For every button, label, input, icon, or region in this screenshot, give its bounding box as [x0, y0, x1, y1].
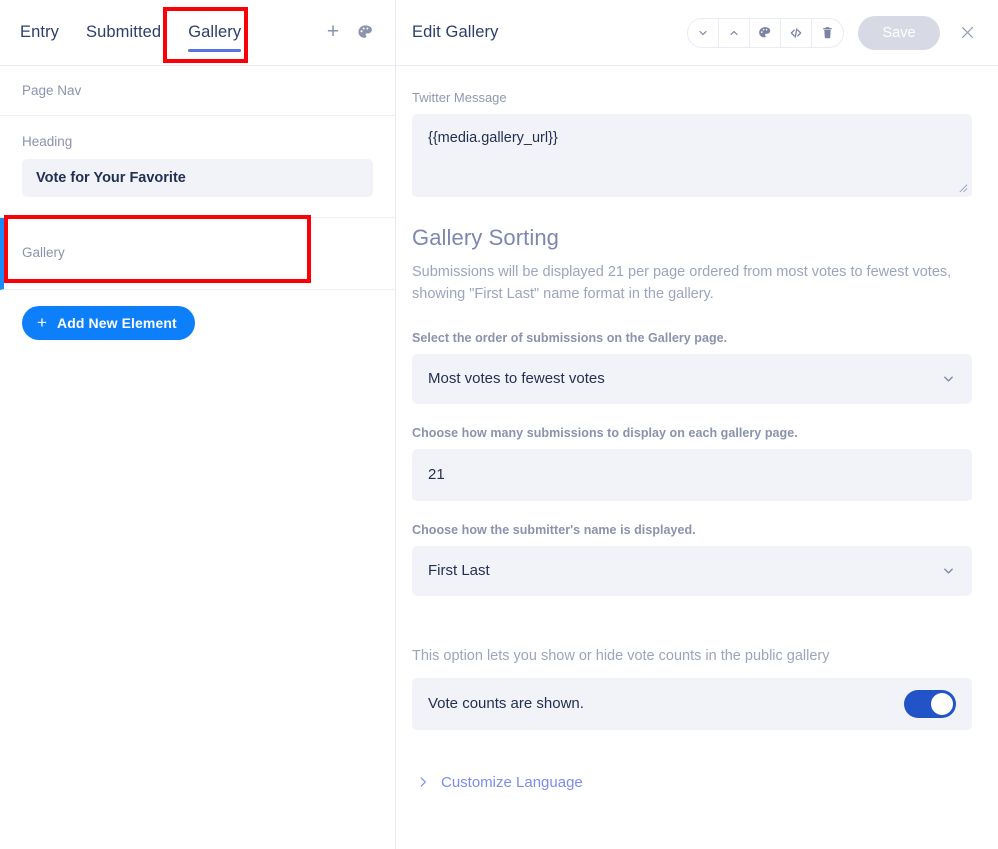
delete-button[interactable]: [812, 19, 843, 47]
chevron-down-icon: [941, 563, 956, 578]
tab-submitted[interactable]: Submitted: [86, 0, 161, 66]
close-icon[interactable]: [954, 20, 980, 46]
edit-gallery-panel: Edit Gallery: [396, 0, 998, 849]
add-new-element-wrap: + Add New Element: [0, 290, 395, 340]
element-label-gallery: Gallery: [22, 245, 65, 260]
add-page-icon[interactable]: +: [319, 19, 347, 47]
element-value-heading[interactable]: Vote for Your Favorite: [22, 159, 373, 197]
page-nav-header: Page Nav: [0, 66, 395, 116]
order-select[interactable]: Most votes to fewest votes: [412, 354, 972, 404]
element-row-heading[interactable]: Heading Vote for Your Favorite: [0, 116, 395, 218]
order-select-label: Select the order of submissions on the G…: [412, 331, 972, 345]
vote-counts-toggle[interactable]: [904, 690, 956, 718]
chevron-down-icon: [941, 371, 956, 386]
spacer: [412, 618, 972, 646]
order-select-value: Most votes to fewest votes: [428, 370, 605, 387]
vote-counts-row: Vote counts are shown.: [412, 678, 972, 730]
customize-language-link[interactable]: Customize Language: [416, 774, 583, 791]
twitter-message-input[interactable]: [412, 114, 972, 197]
tab-entry-label: Entry: [20, 23, 59, 42]
tab-gallery[interactable]: Gallery: [188, 0, 241, 66]
left-panel: Entry Submitted Gallery + Page Nav: [0, 0, 396, 849]
per-page-label: Choose how many submissions to display o…: [412, 426, 972, 440]
page-tabs: Entry Submitted Gallery +: [0, 0, 395, 66]
element-label-heading: Heading: [22, 134, 373, 149]
per-page-input[interactable]: [412, 449, 972, 501]
panel-header: Edit Gallery: [396, 0, 998, 66]
code-button[interactable]: [781, 19, 812, 47]
toggle-knob: [931, 693, 953, 715]
palette-icon[interactable]: [351, 19, 379, 47]
twitter-message-wrap: [412, 114, 972, 197]
twitter-message-label: Twitter Message: [412, 90, 972, 105]
plus-icon: +: [327, 21, 339, 42]
move-up-button[interactable]: [719, 19, 750, 47]
tab-gallery-label: Gallery: [188, 23, 241, 42]
element-toolbar: [687, 18, 844, 48]
element-row-gallery[interactable]: Gallery: [0, 218, 395, 290]
add-new-element-label: Add New Element: [57, 315, 177, 331]
chevron-right-icon: [416, 775, 430, 789]
app-root: Entry Submitted Gallery + Page Nav: [0, 0, 998, 849]
gallery-sorting-title: Gallery Sorting: [412, 225, 972, 251]
vote-counts-label: Vote counts are shown.: [428, 695, 584, 712]
tab-submitted-label: Submitted: [86, 23, 161, 42]
add-new-element-button[interactable]: + Add New Element: [22, 306, 195, 340]
tab-entry[interactable]: Entry: [20, 0, 59, 66]
name-format-value: First Last: [428, 562, 490, 579]
name-format-label: Choose how the submitter's name is displ…: [412, 523, 972, 537]
customize-language-label: Customize Language: [441, 774, 583, 791]
gallery-sorting-description: Submissions will be displayed 21 per pag…: [412, 261, 964, 306]
panel-body: Twitter Message Gallery Sorting Submissi…: [396, 66, 998, 849]
page-nav-list: Page Nav Heading Vote for Your Favorite …: [0, 66, 395, 849]
name-format-select[interactable]: First Last: [412, 546, 972, 596]
save-button[interactable]: Save: [858, 16, 940, 50]
page-nav-label: Page Nav: [22, 83, 81, 98]
style-button[interactable]: [750, 19, 781, 47]
move-down-button[interactable]: [688, 19, 719, 47]
plus-icon: +: [37, 314, 47, 331]
page-title: Edit Gallery: [412, 23, 498, 42]
vote-counts-description: This option lets you show or hide vote c…: [412, 646, 972, 668]
